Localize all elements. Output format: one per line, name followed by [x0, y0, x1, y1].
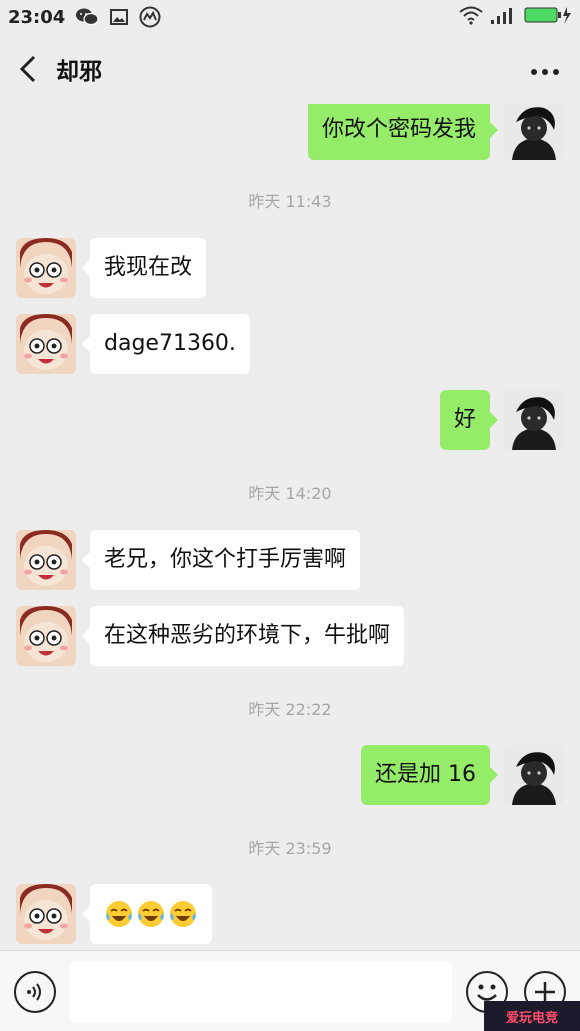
emoji-group	[104, 884, 198, 944]
timestamp: 昨天 22:22	[248, 700, 332, 719]
tears-of-joy-icon	[106, 901, 132, 927]
contact-avatar[interactable]	[16, 238, 76, 298]
voice-icon	[27, 983, 41, 1001]
more-button[interactable]	[530, 56, 560, 82]
battery-charging-icon	[524, 5, 572, 30]
message-bubble-received[interactable]: 老兄，你这个打手厉害啊	[81, 530, 361, 590]
chat-title: 却邪	[56, 59, 102, 85]
message-bubble-received[interactable]: 我现在改	[81, 238, 207, 298]
self-avatar[interactable]	[504, 745, 564, 805]
timestamp: 昨天 23:59	[248, 839, 332, 858]
more-dots-icon	[531, 69, 559, 75]
status-bar: 23:04	[0, 0, 580, 34]
voice-button[interactable]	[14, 971, 56, 1013]
watermark-logo: 爱玩电竞	[484, 1001, 580, 1031]
timestamp: 昨天 14:20	[248, 484, 332, 503]
back-button[interactable]	[0, 34, 56, 104]
message-bubble-sent[interactable]: 还是加 16	[361, 745, 498, 805]
status-right	[458, 5, 572, 30]
image-icon	[109, 7, 129, 27]
contact-avatar[interactable]	[16, 314, 76, 374]
status-time: 23:04	[8, 6, 66, 28]
tears-of-joy-icon	[170, 901, 196, 927]
chevron-left-icon	[19, 55, 36, 83]
timestamp: 昨天 11:43	[248, 192, 332, 211]
self-avatar[interactable]	[504, 390, 564, 450]
wechat-icon	[75, 7, 99, 27]
self-avatar[interactable]	[504, 104, 564, 160]
contact-avatar[interactable]	[16, 884, 76, 944]
contact-avatar[interactable]	[16, 606, 76, 666]
message-bubble-received[interactable]	[82, 884, 212, 944]
signal-icon	[490, 5, 518, 30]
message-input[interactable]	[70, 961, 452, 1023]
wifi-icon	[458, 5, 484, 30]
chat-header: 却邪	[0, 34, 580, 104]
message-bubble-received[interactable]: 在这种恶劣的环境下，牛批啊	[81, 606, 405, 666]
message-list[interactable]: 你改个密码发我 昨天 11:43 我现在改 dage71360. 好 昨天 14…	[0, 104, 580, 950]
contact-avatar[interactable]	[16, 530, 76, 590]
speedometer-icon	[139, 6, 161, 28]
message-bubble-sent[interactable]: 好	[439, 390, 499, 450]
message-bubble-sent[interactable]: 你改个密码发我	[307, 104, 499, 160]
tears-of-joy-icon	[138, 901, 164, 927]
message-bubble-received[interactable]: dage71360.	[82, 314, 250, 374]
